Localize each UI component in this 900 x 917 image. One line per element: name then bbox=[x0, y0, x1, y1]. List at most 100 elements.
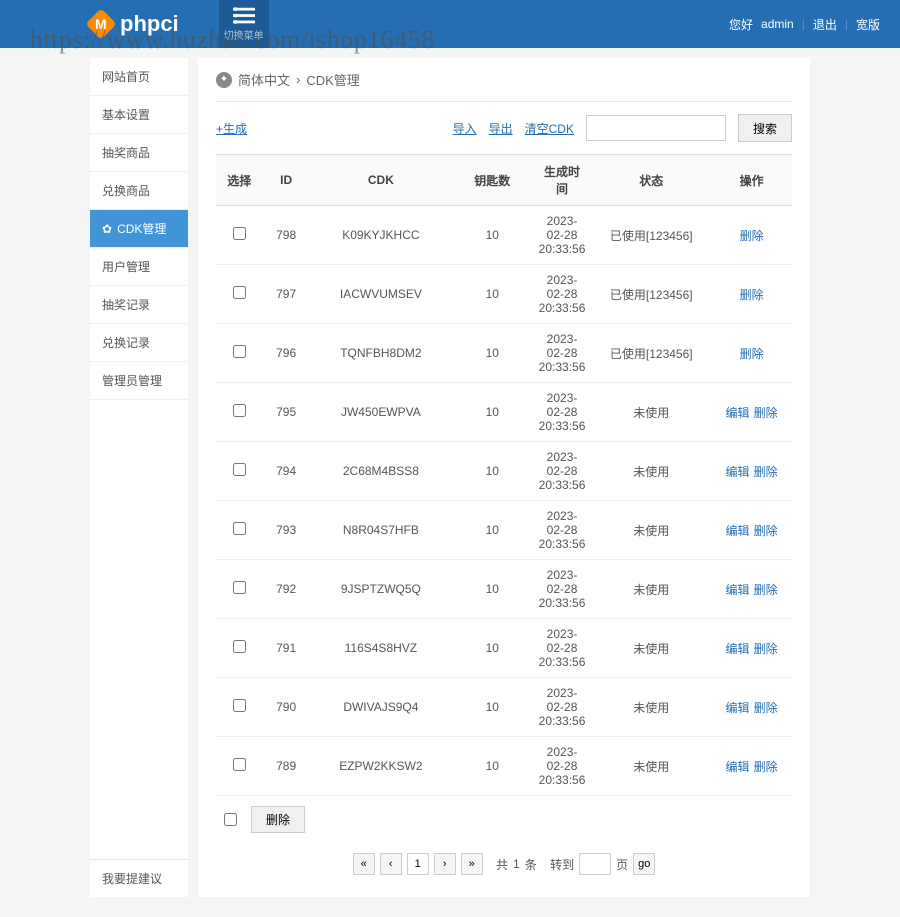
main-panel: ✦ 简体中文 › CDK管理 +生成 导入 导出 清空CDK 搜索 选择 ID … bbox=[198, 58, 810, 897]
logo[interactable]: M phpci bbox=[90, 11, 179, 37]
edit-link[interactable]: 编辑 bbox=[726, 583, 750, 597]
sidebar-item-3[interactable]: 兑换商品 bbox=[90, 172, 188, 210]
pager-page-button[interactable]: 1 bbox=[407, 853, 429, 875]
clear-cdk-link[interactable]: 清空CDK bbox=[525, 120, 574, 137]
search-button[interactable]: 搜索 bbox=[738, 114, 792, 142]
theme-link[interactable]: 宽版 bbox=[856, 16, 880, 33]
row-checkbox[interactable] bbox=[233, 404, 246, 417]
delete-link[interactable]: 删除 bbox=[740, 288, 764, 302]
delete-link[interactable]: 删除 bbox=[754, 524, 778, 538]
import-link[interactable]: 导入 bbox=[453, 120, 477, 137]
toolbar: +生成 导入 导出 清空CDK 搜索 bbox=[216, 102, 792, 154]
sidebar-item-2[interactable]: 抽奖商品 bbox=[90, 134, 188, 172]
table-row: 798K09KYJKHCC102023-02-28 20:33:56已使用[12… bbox=[216, 206, 792, 265]
edit-link[interactable]: 编辑 bbox=[726, 524, 750, 538]
pager-last-button[interactable]: » bbox=[461, 853, 483, 875]
cell-status: 未使用 bbox=[591, 619, 711, 678]
cell-cdk: DWIVAJS9Q4 bbox=[310, 678, 452, 737]
pager-next-button[interactable]: › bbox=[434, 853, 456, 875]
cell-ops: 编辑删除 bbox=[711, 442, 792, 501]
cell-keys: 10 bbox=[452, 737, 533, 796]
sidebar-item-4[interactable]: ✿CDK管理 bbox=[90, 210, 188, 248]
delete-link[interactable]: 删除 bbox=[740, 229, 764, 243]
export-link[interactable]: 导出 bbox=[489, 120, 513, 137]
delete-link[interactable]: 删除 bbox=[754, 701, 778, 715]
delete-link[interactable]: 删除 bbox=[754, 760, 778, 774]
sidebar-item-label: 兑换记录 bbox=[102, 334, 150, 351]
col-created: 生成时间 bbox=[533, 155, 592, 206]
cell-status: 已使用[123456] bbox=[591, 324, 711, 383]
cell-cdk: JW450EWPVA bbox=[310, 383, 452, 442]
pager-prev-button[interactable]: ‹ bbox=[380, 853, 402, 875]
table-row: 791116S4S8HVZ102023-02-28 20:33:56未使用编辑删… bbox=[216, 619, 792, 678]
edit-link[interactable]: 编辑 bbox=[726, 406, 750, 420]
breadcrumb: ✦ 简体中文 › CDK管理 bbox=[216, 70, 792, 102]
delete-link[interactable]: 删除 bbox=[754, 642, 778, 656]
header-separator: | bbox=[845, 17, 848, 31]
sidebar-item-label: 抽奖商品 bbox=[102, 144, 150, 161]
sidebar-feedback-link[interactable]: 我要提建议 bbox=[90, 859, 188, 897]
sidebar-item-label: 兑换商品 bbox=[102, 182, 150, 199]
pager-total-prefix: 共 bbox=[496, 856, 508, 873]
delete-link[interactable]: 删除 bbox=[754, 583, 778, 597]
row-checkbox[interactable] bbox=[233, 758, 246, 771]
delete-link[interactable]: 删除 bbox=[740, 347, 764, 361]
cell-id: 790 bbox=[262, 678, 309, 737]
cell-id: 796 bbox=[262, 324, 309, 383]
cell-cdk: 2C68M4BSS8 bbox=[310, 442, 452, 501]
sidebar-item-7[interactable]: 兑换记录 bbox=[90, 324, 188, 362]
pager-go-button[interactable]: go bbox=[633, 853, 655, 875]
sidebar-item-label: 管理员管理 bbox=[102, 372, 162, 389]
cell-created: 2023-02-28 20:33:56 bbox=[533, 560, 592, 619]
cell-status: 未使用 bbox=[591, 442, 711, 501]
cell-id: 789 bbox=[262, 737, 309, 796]
sidebar-item-8[interactable]: 管理员管理 bbox=[90, 362, 188, 400]
row-checkbox[interactable] bbox=[233, 463, 246, 476]
row-checkbox[interactable] bbox=[233, 227, 246, 240]
cell-created: 2023-02-28 20:33:56 bbox=[533, 737, 592, 796]
cell-status: 未使用 bbox=[591, 501, 711, 560]
sidebar: 网站首页基本设置抽奖商品兑换商品✿CDK管理用户管理抽奖记录兑换记录管理员管理 … bbox=[90, 58, 188, 897]
row-checkbox[interactable] bbox=[233, 522, 246, 535]
header-separator: | bbox=[802, 17, 805, 31]
header-user-area: 您好 admin | 退出 | 宽版 bbox=[729, 16, 880, 33]
table-row: 7929JSPTZWQ5Q102023-02-28 20:33:56未使用编辑删… bbox=[216, 560, 792, 619]
sidebar-item-1[interactable]: 基本设置 bbox=[90, 96, 188, 134]
edit-link[interactable]: 编辑 bbox=[726, 760, 750, 774]
select-all-checkbox[interactable] bbox=[224, 813, 237, 826]
cell-keys: 10 bbox=[452, 501, 533, 560]
breadcrumb-separator: › bbox=[296, 72, 300, 87]
edit-link[interactable]: 编辑 bbox=[726, 642, 750, 656]
cell-keys: 10 bbox=[452, 619, 533, 678]
table-row: 789EZPW2KKSW2102023-02-28 20:33:56未使用编辑删… bbox=[216, 737, 792, 796]
edit-link[interactable]: 编辑 bbox=[726, 701, 750, 715]
generate-link[interactable]: +生成 bbox=[216, 120, 247, 137]
cell-keys: 10 bbox=[452, 383, 533, 442]
row-checkbox[interactable] bbox=[233, 286, 246, 299]
search-input[interactable] bbox=[586, 115, 726, 141]
username-link[interactable]: admin bbox=[761, 17, 794, 31]
cell-cdk: TQNFBH8DM2 bbox=[310, 324, 452, 383]
cell-status: 已使用[123456] bbox=[591, 265, 711, 324]
breadcrumb-root[interactable]: 简体中文 bbox=[238, 70, 290, 89]
col-select: 选择 bbox=[216, 155, 262, 206]
pager-goto-input[interactable] bbox=[579, 853, 611, 875]
sidebar-item-0[interactable]: 网站首页 bbox=[90, 58, 188, 96]
cell-cdk: N8R04S7HFB bbox=[310, 501, 452, 560]
sidebar-item-6[interactable]: 抽奖记录 bbox=[90, 286, 188, 324]
edit-link[interactable]: 编辑 bbox=[726, 465, 750, 479]
row-checkbox[interactable] bbox=[233, 581, 246, 594]
delete-link[interactable]: 删除 bbox=[754, 406, 778, 420]
sidebar-item-5[interactable]: 用户管理 bbox=[90, 248, 188, 286]
logo-icon: M bbox=[85, 8, 116, 39]
logo-text: phpci bbox=[120, 11, 179, 37]
menu-toggle-button[interactable]: 切换菜单 bbox=[219, 0, 269, 48]
row-checkbox[interactable] bbox=[233, 699, 246, 712]
row-checkbox[interactable] bbox=[233, 345, 246, 358]
batch-delete-button[interactable]: 删除 bbox=[251, 806, 305, 833]
delete-link[interactable]: 删除 bbox=[754, 465, 778, 479]
pager-first-button[interactable]: « bbox=[353, 853, 375, 875]
row-checkbox[interactable] bbox=[233, 640, 246, 653]
logout-link[interactable]: 退出 bbox=[813, 16, 837, 33]
sidebar-item-label: CDK管理 bbox=[117, 220, 166, 237]
